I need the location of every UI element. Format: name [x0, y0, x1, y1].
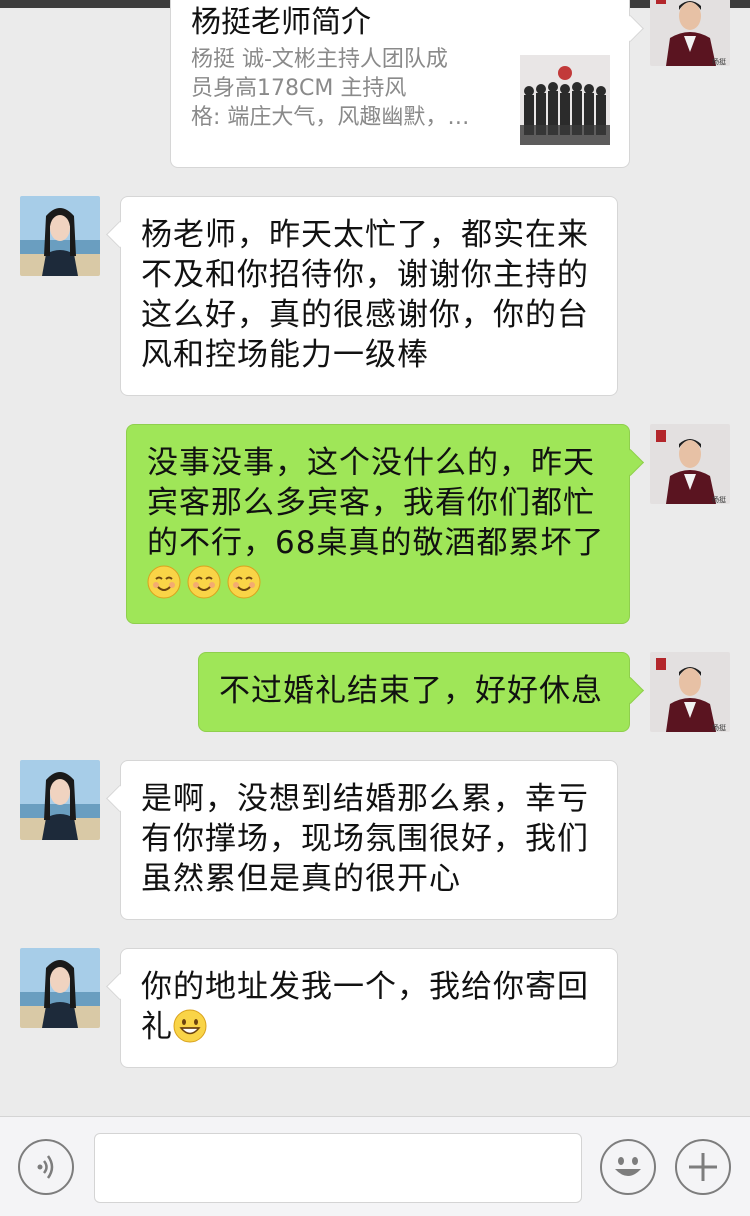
voice-icon	[37, 1155, 54, 1179]
emoji-icon	[615, 1157, 641, 1176]
message-bubble[interactable]: 没事没事，这个没什么的，昨天宾客那么多宾客，我看你们都忙的不行，68桌真的敬酒都…	[126, 424, 630, 624]
message-bubble[interactable]: 是啊，没想到结婚那么累，幸亏有你撑场，现场氛围很好，我们虽然累但是真的很开心	[120, 760, 618, 920]
message-text: 是啊，没想到结婚那么累，幸亏有你撑场，现场氛围很好，我们虽然累但是真的很开心	[141, 781, 589, 897]
card-description: 杨挺 诚-文彬主持人团队成 员身高178CM 主持风 格: 端庄大气，风趣幽默，…	[191, 47, 470, 130]
more-button[interactable]	[675, 1139, 731, 1195]
message-text: 不过婚礼结束了，好好休息	[219, 673, 603, 709]
svg-text:杨挺: 杨挺	[712, 723, 726, 732]
host-avatar[interactable]: 杨挺	[650, 424, 730, 504]
smiling-blush-emoji-icon	[227, 565, 261, 599]
link-card-message[interactable]: 杨挺老师简介 杨挺 诚-文彬主持人团队成 员身高178CM 主持风 格: 端庄大…	[170, 0, 630, 168]
host-avatar[interactable]: 杨挺	[650, 652, 730, 732]
voice-button[interactable]	[18, 1139, 74, 1195]
plus-icon	[689, 1153, 717, 1181]
message-text: 你的地址发我一个，我给你寄回礼	[141, 969, 589, 1045]
svg-text:杨挺: 杨挺	[712, 495, 726, 504]
grinning-emoji-icon	[173, 1009, 207, 1043]
message-text: 杨老师，昨天太忙了，都实在来不及和你招待你，谢谢你主持的这么好，真的很感谢你，你…	[141, 217, 589, 373]
card-thumbnail	[520, 55, 610, 145]
input-toolbar	[0, 1116, 750, 1216]
smiling-blush-emoji-icon	[187, 565, 221, 599]
guest-avatar[interactable]	[20, 760, 100, 840]
guest-avatar[interactable]	[20, 948, 100, 1028]
message-input[interactable]	[94, 1133, 582, 1203]
guest-avatar[interactable]	[20, 196, 100, 276]
host-avatar[interactable]: 杨挺	[650, 0, 730, 66]
message-text: 没事没事，这个没什么的，昨天宾客那么多宾客，我看你们都忙的不行，68桌真的敬酒都…	[147, 445, 605, 561]
emoji-button[interactable]	[600, 1139, 656, 1195]
message-bubble[interactable]: 杨老师，昨天太忙了，都实在来不及和你招待你，谢谢你主持的这么好，真的很感谢你，你…	[120, 196, 618, 396]
message-bubble[interactable]: 不过婚礼结束了，好好休息	[198, 652, 630, 732]
svg-text:杨挺: 杨挺	[712, 57, 726, 66]
smiling-blush-emoji-icon	[147, 565, 181, 599]
message-bubble[interactable]: 你的地址发我一个，我给你寄回礼	[120, 948, 618, 1068]
card-title: 杨挺老师简介	[191, 5, 371, 40]
